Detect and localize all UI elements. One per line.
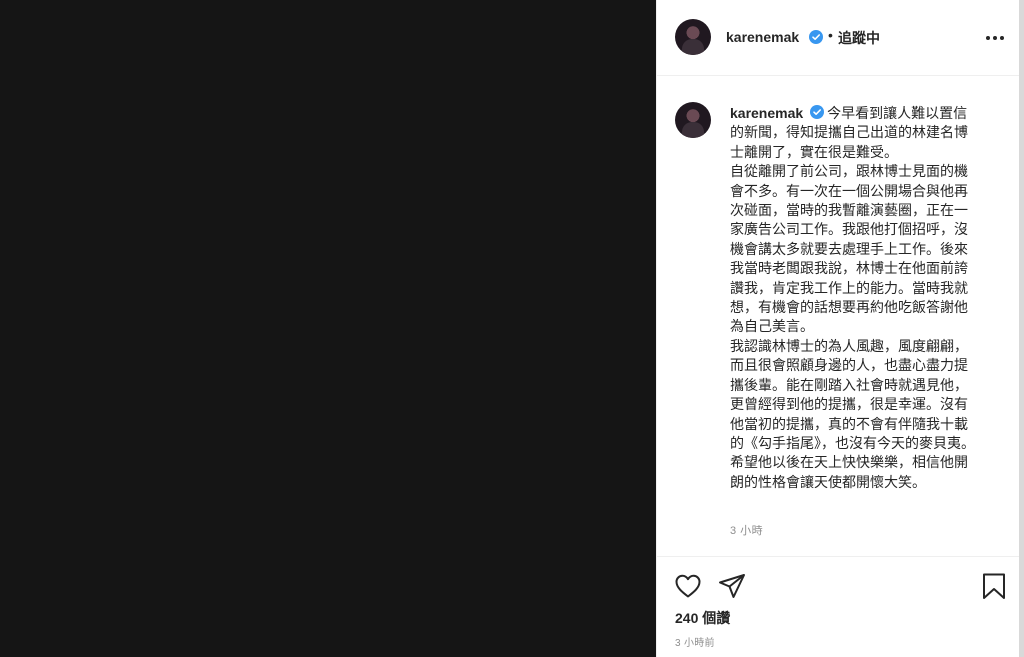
heart-icon[interactable] xyxy=(673,571,703,601)
caption-text: karenemak 今早看到讓人難以置信的新聞，得知提攜自己出道的林建名博士離開了… xyxy=(730,104,980,492)
caption-body: 今早看到讓人難以置信的新聞，得知提攜自己出道的林建名博士離開了，實在很是難受。 … xyxy=(730,105,975,490)
avatar[interactable] xyxy=(675,19,711,55)
caption-timestamp: 3 小時 xyxy=(730,525,764,537)
post-timestamp: 3 小時前 xyxy=(675,638,715,649)
post-media xyxy=(0,0,656,657)
post-side-panel: karenemak • 追蹤中 karenemak 今早看到讓人難以置信的新聞，得… xyxy=(656,0,1019,657)
post-header: karenemak • 追蹤中 xyxy=(657,0,1019,76)
separator-dot: • xyxy=(828,27,833,43)
likes-count[interactable]: 240 個讚 xyxy=(675,608,730,628)
paper-plane-icon[interactable] xyxy=(717,571,747,601)
caption-username-link[interactable]: karenemak xyxy=(730,105,803,121)
more-options-icon[interactable] xyxy=(985,30,1005,46)
scrollbar[interactable] xyxy=(1019,0,1024,657)
username-link[interactable]: karenemak xyxy=(726,29,799,45)
bookmark-icon[interactable] xyxy=(979,571,1009,601)
verified-badge-icon xyxy=(810,105,824,119)
verified-badge-icon xyxy=(809,30,823,44)
post-actions: 240 個讚 3 小時前 xyxy=(657,556,1019,657)
follow-status-button[interactable]: 追蹤中 xyxy=(838,28,880,48)
avatar[interactable] xyxy=(675,102,711,138)
caption-section: karenemak 今早看到讓人難以置信的新聞，得知提攜自己出道的林建名博士離開了… xyxy=(657,76,1019,556)
